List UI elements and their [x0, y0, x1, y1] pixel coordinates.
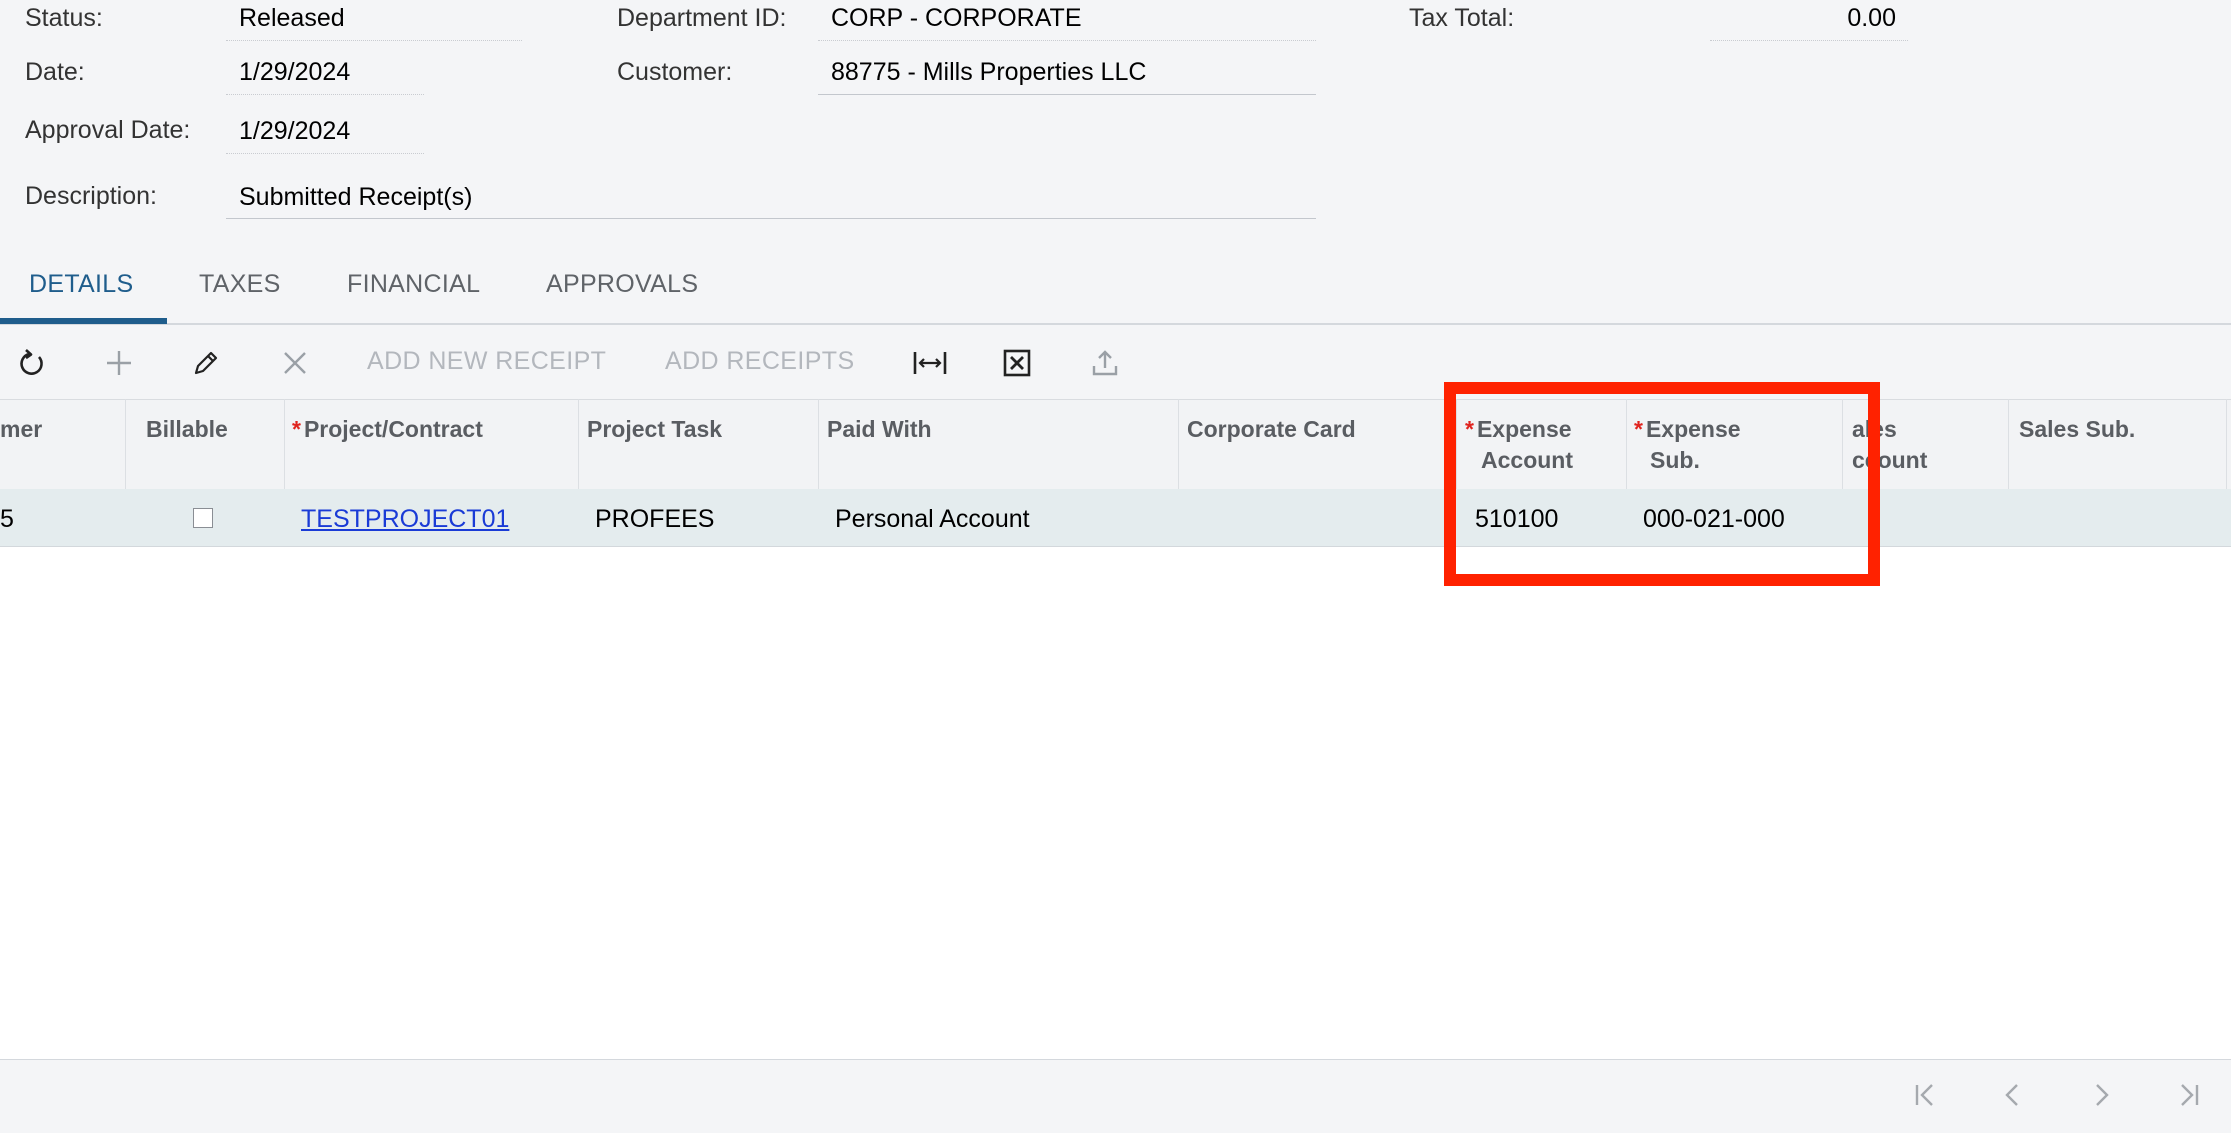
- date-value: 1/29/2024: [239, 58, 351, 86]
- column-separator: [1178, 399, 1179, 489]
- tax-total-label: Tax Total:: [1409, 4, 1515, 32]
- last-page-button[interactable]: [2169, 1077, 2209, 1117]
- customer-underline: [818, 94, 1316, 95]
- tab-divider: [0, 323, 2231, 325]
- previous-page-icon: [1998, 1080, 2028, 1115]
- column-header-customer[interactable]: mer: [0, 414, 42, 445]
- tab-approvals[interactable]: APPROVALS: [546, 270, 698, 299]
- edit-button[interactable]: [186, 345, 226, 385]
- description-underline: [226, 218, 1316, 219]
- cell-project-task[interactable]: PROFEES: [595, 505, 714, 534]
- column-header-project-contract[interactable]: * Project/Contract: [292, 414, 483, 445]
- highlight-box: [1444, 382, 1880, 586]
- column-separator: [578, 399, 579, 489]
- next-page-icon: [2086, 1080, 2116, 1115]
- required-marker: *: [292, 416, 301, 442]
- date-label: Date:: [25, 58, 85, 86]
- close-icon: [280, 348, 310, 383]
- description-label: Description:: [25, 182, 157, 210]
- department-underline: [818, 40, 1316, 41]
- column-header-paid-with[interactable]: Paid With: [827, 414, 932, 445]
- column-separator: [2226, 399, 2227, 489]
- description-field[interactable]: Submitted Receipt(s): [239, 183, 472, 212]
- approval-date-underline: [226, 153, 424, 154]
- fit-columns-button[interactable]: [910, 345, 950, 385]
- tab-taxes[interactable]: TAXES: [199, 270, 281, 299]
- grid-body: [0, 547, 2231, 1059]
- first-page-icon: [1910, 1080, 1940, 1115]
- cell-paid-with[interactable]: Personal Account: [835, 505, 1030, 534]
- column-separator: [2008, 399, 2009, 489]
- status-underline: [226, 40, 522, 41]
- department-label: Department ID:: [617, 4, 787, 32]
- column-header-label: Project/Contract: [303, 416, 483, 442]
- billable-checkbox[interactable]: [193, 508, 213, 528]
- grid-footer: [0, 1059, 2231, 1133]
- column-separator: [125, 399, 126, 489]
- tax-total-value: 0.00: [1847, 4, 1896, 32]
- excel-export-icon: [1002, 348, 1032, 383]
- upload-icon: [1090, 348, 1120, 383]
- customer-field[interactable]: 88775 - Mills Properties LLC: [831, 58, 1146, 87]
- date-underline: [226, 94, 424, 95]
- export-excel-button[interactable]: [997, 345, 1037, 385]
- active-tab-indicator: [0, 318, 167, 324]
- delete-button[interactable]: [275, 345, 315, 385]
- pencil-icon: [191, 348, 221, 383]
- upload-button[interactable]: [1085, 345, 1125, 385]
- column-header-corporate-card[interactable]: Corporate Card: [1187, 414, 1356, 445]
- refresh-icon: [17, 348, 47, 383]
- department-field[interactable]: CORP - CORPORATE: [831, 4, 1082, 33]
- tax-total-underline: [1710, 40, 1908, 41]
- add-receipts-button[interactable]: ADD RECEIPTS: [665, 347, 855, 376]
- approval-date-label: Approval Date:: [25, 116, 191, 144]
- tab-details[interactable]: DETAILS: [29, 270, 133, 299]
- status-label: Status:: [25, 4, 103, 32]
- column-header-project-task[interactable]: Project Task: [587, 414, 722, 445]
- previous-page-button[interactable]: [1993, 1077, 2033, 1117]
- first-page-button[interactable]: [1905, 1077, 1945, 1117]
- status-value: Released: [239, 4, 345, 32]
- column-header-billable[interactable]: Billable: [146, 414, 228, 445]
- add-row-button[interactable]: [99, 345, 139, 385]
- customer-label: Customer:: [617, 58, 733, 86]
- column-separator: [284, 399, 285, 489]
- fit-columns-icon: [913, 348, 947, 383]
- column-separator: [818, 399, 819, 489]
- add-new-receipt-button[interactable]: ADD NEW RECEIPT: [367, 347, 606, 376]
- last-page-icon: [2174, 1080, 2204, 1115]
- next-page-button[interactable]: [2081, 1077, 2121, 1117]
- plus-icon: [104, 348, 134, 383]
- project-contract-link[interactable]: TESTPROJECT01: [301, 505, 509, 534]
- approval-date-value: 1/29/2024: [239, 117, 351, 145]
- column-header-sales-sub[interactable]: Sales Sub.: [2019, 414, 2135, 445]
- refresh-button[interactable]: [12, 345, 52, 385]
- tab-financial[interactable]: FINANCIAL: [347, 270, 480, 299]
- cell-customer[interactable]: 5: [0, 505, 14, 534]
